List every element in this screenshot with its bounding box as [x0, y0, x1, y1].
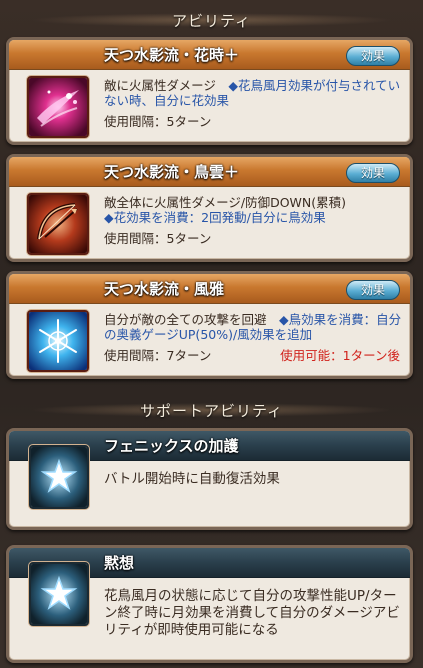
effect-button[interactable]: 効果	[346, 163, 400, 183]
support-card-2[interactable]: 黙想 花鳥風月の状態に応じて自分の攻撃性能UP/ターン終了時に月効果を消費して自…	[6, 545, 413, 663]
support-title: 黙想	[104, 554, 135, 572]
support-description: 花鳥風月の状態に応じて自分の攻撃性能UP/ターン終了時に月効果を消費して自分のダ…	[104, 588, 400, 638]
ability-description: 敵全体に火属性ダメージ/防御DOWN(累積) ◆花効果を消費：2回発動/自分に鳥…	[104, 195, 402, 225]
star-icon	[29, 445, 89, 509]
flower-petal-icon	[27, 76, 89, 138]
support-card-1[interactable]: フェニックスの加護 バトル開始時に自動復活効果	[6, 428, 413, 530]
ability-card-3[interactable]: 天つ水影流・風雅 効果 自分が敵の全ての攻撃を回避 ◆鳥効果を消費：自分の奥義ゲ…	[6, 271, 413, 379]
support-description: バトル開始時に自動復活効果	[104, 471, 280, 487]
ability-interval: 使用間隔：7ターン	[104, 348, 212, 363]
ability-title: 天つ水影流・鳥雲＋	[104, 163, 240, 181]
star-icon	[29, 562, 89, 626]
ability-card-1[interactable]: 天つ水影流・花時＋ 効果 敵に火属性ダメージ ◆花鳥風月効果が付与されていない時…	[6, 37, 413, 145]
ability-desc-plain: 自分が敵の全ての攻撃を回避	[104, 312, 267, 327]
ability-desc-plain: 敵全体に火属性ダメージ/防御DOWN(累積)	[104, 195, 347, 210]
ability-usable-status: 使用可能：1ターン後	[280, 348, 400, 363]
support-title: フェニックスの加護	[104, 437, 239, 455]
abilities-header-label: アビリティ	[171, 11, 252, 30]
support-header-label: サポートアビリティ	[139, 401, 284, 420]
ability-interval: 使用間隔：5ターン	[104, 231, 212, 246]
bow-arrow-icon	[27, 193, 89, 255]
ability-description: 自分が敵の全ての攻撃を回避 ◆鳥効果を消費：自分の奥義ゲージUP(50%)/風効…	[104, 312, 402, 342]
support-section-header: サポートアビリティ	[0, 396, 423, 424]
snowflake-icon	[27, 310, 89, 372]
abilities-section-header: アビリティ	[0, 6, 423, 34]
ability-description: 敵に火属性ダメージ ◆花鳥風月効果が付与されていない時、自分に花効果	[104, 78, 402, 108]
ability-desc-plain: 敵に火属性ダメージ	[104, 78, 216, 93]
effect-button[interactable]: 効果	[346, 46, 400, 66]
ability-title: 天つ水影流・花時＋	[104, 46, 240, 64]
effect-button[interactable]: 効果	[346, 280, 400, 300]
ability-desc-blue: ◆花効果を消費：2回発動/自分に鳥効果	[104, 210, 326, 225]
ability-interval: 使用間隔：5ターン	[104, 114, 212, 129]
ability-card-2[interactable]: 天つ水影流・鳥雲＋ 効果 敵全体に火属性ダメージ/防御DOWN(累積) ◆花効果…	[6, 154, 413, 262]
ability-title: 天つ水影流・風雅	[104, 280, 225, 298]
